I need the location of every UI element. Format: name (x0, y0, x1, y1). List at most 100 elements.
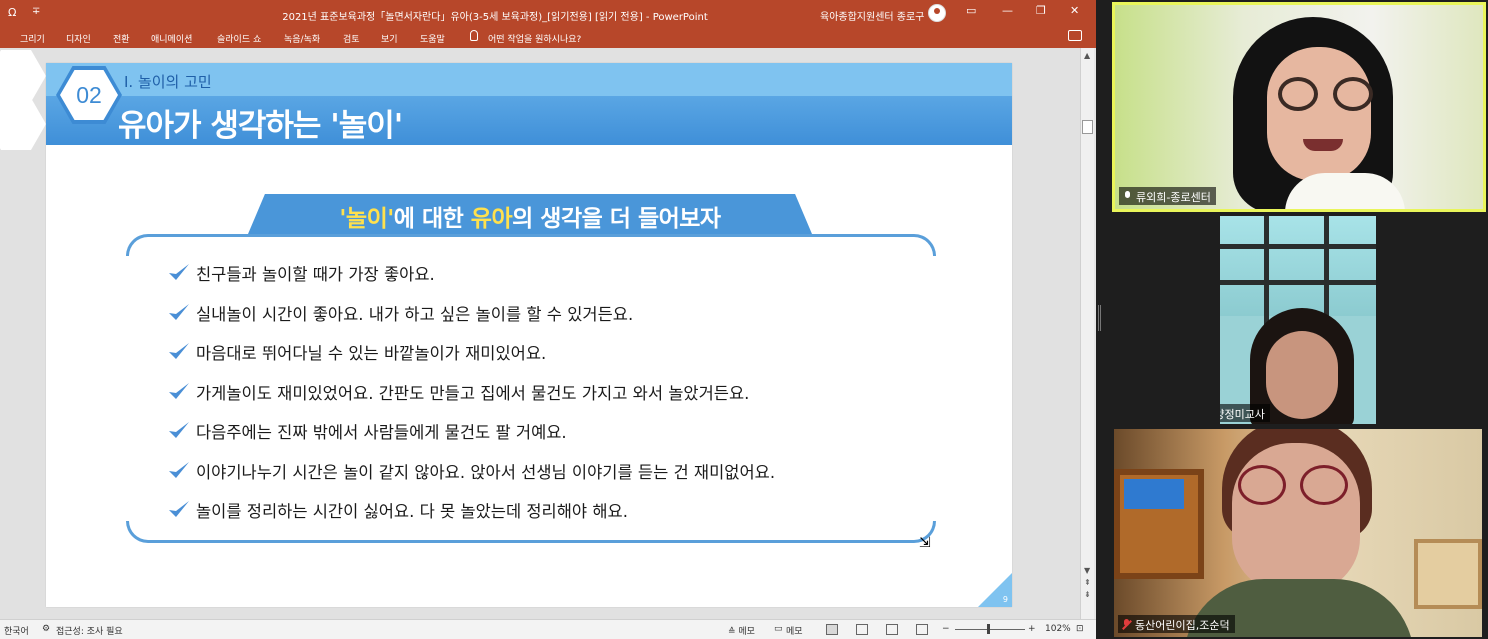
list-item: 친구들과 놀이할 때가 가장 좋아요. (168, 255, 968, 295)
next-slide-icon[interactable]: ⇟ (1084, 590, 1091, 599)
background-shelf (1414, 539, 1482, 609)
title-bar: Ω ∓ 2021년 표준보육과정「놀면서자란다」유아(3-5세 보육과정)_[읽… (0, 0, 1096, 26)
window-background (1220, 216, 1376, 316)
lightbulb-icon[interactable] (470, 30, 478, 41)
powerpoint-window: Ω ∓ 2021년 표준보육과정「놀면서자란다」유아(3-5세 보육과정)_[읽… (0, 0, 1096, 639)
window-frame (1220, 280, 1376, 285)
participant-shirt (1285, 173, 1405, 209)
glasses (1278, 77, 1318, 111)
normal-view-icon[interactable] (826, 624, 838, 635)
checkmark-icon (169, 501, 189, 517)
list-item-text: 놀이를 정리하는 시간이 싫어요. 다 못 놀았는데 정리해야 해요. (196, 502, 628, 521)
mouse-cursor-icon: ⇲ (919, 535, 931, 551)
vertical-scrollbar[interactable]: ▲ ▼ ⇞ ⇟ (1080, 48, 1094, 619)
participant-name: 류외희-종로센터 (1136, 191, 1211, 204)
ribbon-display-options-icon[interactable]: ▭ (966, 4, 976, 17)
zoom-slider-thumb[interactable] (987, 624, 990, 634)
slide-sorter-icon[interactable] (856, 624, 868, 635)
tab-design[interactable]: 디자인 (66, 32, 91, 45)
participant-name-label: 동산어린이집,조순덕 (1118, 615, 1235, 633)
account-name[interactable]: 육아종합지원센터 종로구 (820, 8, 924, 23)
comments-icon[interactable]: ▭ (774, 624, 783, 634)
tab-transitions[interactable]: 전환 (113, 32, 130, 45)
section-label: Ⅰ. 놀이의 고민 (124, 73, 212, 91)
list-item-text: 마음대로 뛰어다닐 수 있는 바깥놀이가 재미있어요. (196, 344, 547, 363)
window-frame (1220, 244, 1376, 249)
list-item: 가게놀이도 재미있었어요. 간판도 만들고 집에서 물건도 가지고 와서 놀았거… (168, 374, 968, 414)
page-number: 9 (1002, 595, 1008, 604)
list-item-text: 다음주에는 진짜 밖에서 사람들에게 물건도 팔 거예요. (196, 423, 567, 442)
zoom-out-button[interactable]: − (942, 624, 950, 634)
maximize-button[interactable]: ❐ (1036, 4, 1046, 17)
list-item: 다음주에는 진짜 밖에서 사람들에게 물건도 팔 거예요. (168, 413, 968, 453)
status-bar: 한국어 ⚙ 접근성: 조사 필요 ≙ 메모 ▭ 메모 − + 102% ⊡ (0, 619, 1096, 639)
tab-review[interactable]: 검토 (343, 32, 360, 45)
glasses (1300, 465, 1348, 505)
list-item-text: 실내놀이 시간이 좋아요. 내가 하고 싶은 놀이를 할 수 있거든요. (196, 304, 634, 324)
checkmark-icon (169, 461, 189, 478)
tab-view[interactable]: 보기 (381, 32, 398, 45)
checkmark-icon (169, 343, 189, 359)
accessibility-status[interactable]: 접근성: 조사 필요 (56, 624, 123, 637)
hexagon-decoration (0, 98, 46, 150)
minimize-button[interactable]: — (1002, 4, 1013, 17)
video-tile[interactable]: 시립 빛나는 하남 양정미교사 (1220, 216, 1376, 424)
accessibility-icon[interactable]: ⚙ (42, 624, 50, 634)
banner-highlight-child: 유아 (470, 206, 513, 232)
checkmark-icon (169, 382, 189, 399)
participant-face (1267, 47, 1371, 181)
scroll-up-icon[interactable]: ▲ (1084, 51, 1090, 60)
previous-slide-icon[interactable]: ⇞ (1084, 578, 1091, 587)
scroll-down-icon[interactable]: ▼ (1084, 566, 1090, 575)
banner-highlight-play: '놀이' (339, 206, 394, 232)
tab-draw[interactable]: 그리기 (20, 32, 45, 45)
list-item: 실내놀이 시간이 좋아요. 내가 하고 싶은 놀이를 할 수 있거든요. (168, 295, 968, 335)
slide-title: 유아가 생각하는 '놀이' (118, 108, 403, 144)
tab-slideshow[interactable]: 슬라이드 쇼 (217, 32, 261, 45)
ribbon-tabs: 그리기 디자인 전환 애니메이션 슬라이드 쇼 녹음/녹화 검토 보기 도움말 … (0, 26, 1096, 48)
tab-recording[interactable]: 녹음/녹화 (284, 32, 320, 45)
checkmark-icon (169, 422, 189, 438)
comments-icon[interactable] (1068, 30, 1082, 41)
section-number: 02 (76, 82, 102, 108)
tell-me-search[interactable]: 어떤 작업을 원하시나요? (488, 32, 581, 45)
tab-animations[interactable]: 애니메이션 (151, 32, 192, 45)
window-frame (1324, 216, 1329, 326)
video-tile[interactable]: 동산어린이집,조순덕 (1114, 429, 1482, 637)
microphone-icon (1123, 191, 1132, 202)
video-tile-active-speaker[interactable]: 류외희-종로센터 (1112, 2, 1486, 212)
notes-button[interactable]: ≙ 메모 (728, 624, 755, 637)
scrollbar-thumb[interactable] (1082, 120, 1093, 134)
list-item: 이야기나누기 시간은 놀이 같지 않아요. 앉아서 선생님 이야기를 듣는 건 … (168, 453, 968, 493)
list-item-text: 이야기나누기 시간은 놀이 같지 않아요. 앉아서 선생님 이야기를 듣는 건 … (196, 462, 776, 482)
participant-face (1266, 331, 1338, 419)
comments-button[interactable]: 메모 (786, 624, 803, 637)
participant-name-label: 시립 빛나는 하남 양정미교사 (1220, 404, 1270, 422)
window-frame (1264, 216, 1269, 326)
language-indicator[interactable]: 한국어 (4, 624, 29, 637)
background-decoration (0, 48, 46, 619)
slideshow-view-icon[interactable] (916, 624, 928, 635)
list-item: 마음대로 뛰어다닐 수 있는 바깥놀이가 재미있어요. (168, 334, 968, 374)
participant-face (1232, 443, 1360, 593)
banner-heading: '놀이'에 대한 유아의 생각을 더 들어보자 (248, 199, 812, 233)
participant-mouth (1303, 139, 1343, 151)
reading-view-icon[interactable] (886, 624, 898, 635)
zoom-in-button[interactable]: + (1028, 624, 1036, 634)
banner-text-1: 에 대한 (393, 206, 471, 232)
tab-help[interactable]: 도움말 (420, 32, 445, 45)
fit-to-window-icon[interactable]: ⊡ (1076, 624, 1084, 634)
panel-resize-handle[interactable] (1098, 305, 1101, 331)
hexagon-decoration (0, 50, 46, 102)
account-avatar[interactable] (928, 4, 946, 22)
list-item-text: 가게놀이도 재미있었어요. 간판도 만들고 집에서 물건도 가지고 와서 놀았거… (196, 383, 750, 403)
participant-name-label: 류외희-종로센터 (1119, 187, 1216, 205)
list-item: 놀이를 정리하는 시간이 싫어요. 다 못 놀았는데 정리해야 해요. (168, 492, 968, 532)
participant-name: 시립 빛나는 하남 양정미교사 (1220, 408, 1265, 421)
zoom-slider-track[interactable] (955, 629, 1025, 630)
checkmark-icon (169, 303, 189, 320)
zoom-level[interactable]: 102% (1045, 624, 1071, 634)
quote-list: 친구들과 놀이할 때가 가장 좋아요. 실내놀이 시간이 좋아요. 내가 하고 … (168, 255, 968, 532)
close-button[interactable]: ✕ (1070, 4, 1079, 17)
slide[interactable]: 02 Ⅰ. 놀이의 고민 유아가 생각하는 '놀이' '놀이'에 대한 유아의 … (46, 63, 1012, 607)
